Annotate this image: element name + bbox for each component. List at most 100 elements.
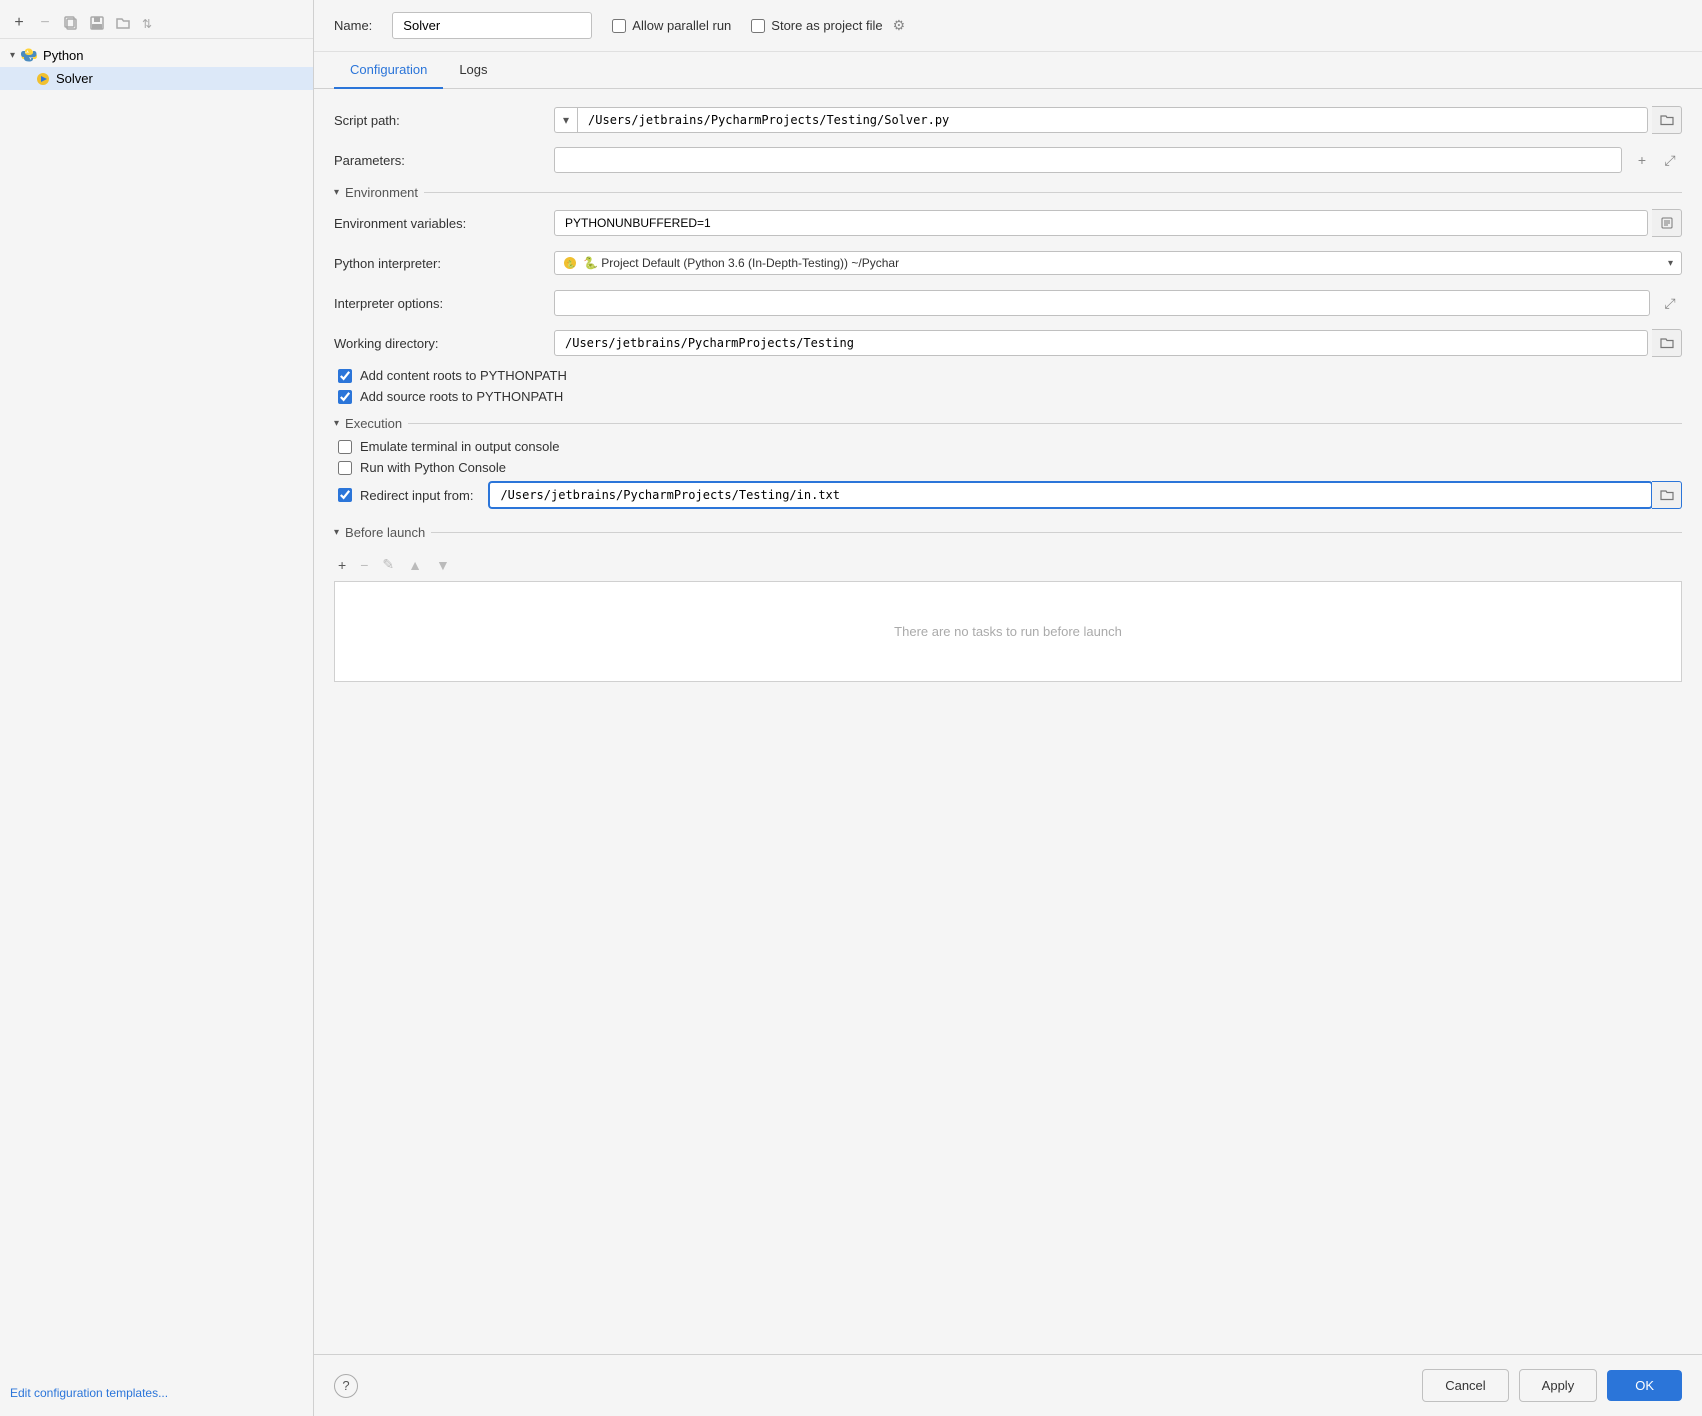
- top-bar: Name: Allow parallel run Store as projec…: [314, 0, 1702, 52]
- script-path-field: ▾: [554, 106, 1682, 134]
- env-variables-label: Environment variables:: [334, 216, 554, 231]
- allow-parallel-checkbox[interactable]: [612, 19, 626, 33]
- before-launch-edit-btn[interactable]: ✎: [378, 554, 398, 575]
- before-launch-toolbar: + − ✎ ▲ ▼: [334, 548, 1682, 582]
- add-source-roots-row: Add source roots to PYTHONPATH: [334, 389, 1682, 404]
- environment-collapse-icon[interactable]: ▾: [334, 187, 339, 198]
- before-launch-remove-btn[interactable]: −: [356, 554, 372, 575]
- before-launch-up-btn[interactable]: ▲: [404, 554, 426, 575]
- script-path-dropdown-btn[interactable]: ▾: [554, 107, 577, 133]
- emulate-terminal-row: Emulate terminal in output console: [334, 439, 1682, 454]
- interpreter-python-icon: 🐍: [563, 256, 577, 270]
- add-content-roots-row: Add content roots to PYTHONPATH: [334, 368, 1682, 383]
- env-variables-field: [554, 209, 1682, 237]
- solver-run-icon: [36, 72, 50, 86]
- before-launch-down-btn[interactable]: ▼: [432, 554, 454, 575]
- working-directory-row: Working directory:: [334, 328, 1682, 358]
- cancel-button[interactable]: Cancel: [1422, 1369, 1508, 1402]
- chevron-down-icon: ▾: [10, 50, 15, 61]
- folder-icon[interactable]: [114, 14, 132, 32]
- remove-icon[interactable]: −: [36, 14, 54, 32]
- env-variables-edit-icon[interactable]: [1652, 209, 1682, 237]
- before-launch-section: ▾ Before launch + − ✎ ▲ ▼ There are no t…: [334, 525, 1682, 682]
- parameters-row: Parameters: + ⤢: [334, 145, 1682, 175]
- before-launch-collapse-icon[interactable]: ▾: [334, 527, 339, 538]
- working-directory-label: Working directory:: [334, 336, 554, 351]
- interpreter-options-expand-btn[interactable]: ⤢: [1658, 291, 1682, 315]
- run-python-console-label: Run with Python Console: [360, 460, 506, 475]
- bottom-bar: ? Cancel Apply OK: [314, 1354, 1702, 1416]
- execution-collapse-icon[interactable]: ▾: [334, 418, 339, 429]
- redirect-input-field-wrapper: [489, 481, 1682, 509]
- parameters-input[interactable]: [554, 147, 1622, 173]
- tab-configuration[interactable]: Configuration: [334, 52, 443, 89]
- before-launch-add-btn[interactable]: +: [334, 554, 350, 575]
- before-launch-header: ▾ Before launch: [334, 525, 1682, 540]
- env-variables-row: Environment variables:: [334, 208, 1682, 238]
- working-directory-folder-icon[interactable]: [1652, 329, 1682, 357]
- python-logo-icon: [21, 47, 37, 63]
- parameters-expand-btn[interactable]: ⤢: [1658, 148, 1682, 172]
- apply-button[interactable]: Apply: [1519, 1369, 1598, 1402]
- gear-icon[interactable]: ⚙: [893, 17, 906, 34]
- save-icon[interactable]: [88, 14, 106, 32]
- tab-logs[interactable]: Logs: [443, 52, 503, 89]
- add-source-roots-checkbox[interactable]: [338, 390, 352, 404]
- python-interpreter-field: 🐍 🐍 Project Default (Python 3.6 (In-Dept…: [554, 251, 1682, 275]
- parameters-actions: + ⤢: [1630, 148, 1682, 172]
- sidebar-tree: ▾ Python Solver: [0, 39, 313, 1378]
- copy-icon[interactable]: [62, 14, 80, 32]
- redirect-input-field[interactable]: [489, 482, 1652, 508]
- python-interpreter-row: Python interpreter: 🐍 🐍 Project Default …: [334, 248, 1682, 278]
- environment-section-title: Environment: [345, 185, 418, 200]
- sidebar-toolbar: + − ⇅: [0, 8, 313, 39]
- interpreter-text: 🐍 Project Default (Python 3.6 (In-Depth-…: [583, 256, 1662, 270]
- parameters-field: + ⤢: [554, 147, 1682, 173]
- interpreter-dropdown[interactable]: 🐍 🐍 Project Default (Python 3.6 (In-Dept…: [554, 251, 1682, 275]
- sidebar-item-solver[interactable]: Solver: [0, 67, 313, 90]
- sidebar-python-label: Python: [43, 48, 83, 63]
- name-label: Name:: [334, 18, 372, 33]
- edit-configuration-templates-link[interactable]: Edit configuration templates...: [0, 1378, 313, 1408]
- sidebar-item-python[interactable]: ▾ Python: [0, 43, 313, 67]
- add-content-roots-checkbox[interactable]: [338, 369, 352, 383]
- env-variables-input[interactable]: [554, 210, 1648, 236]
- sidebar: + − ⇅: [0, 0, 314, 1416]
- add-content-roots-label: Add content roots to PYTHONPATH: [360, 368, 567, 383]
- store-project-checkbox[interactable]: [751, 19, 765, 33]
- working-directory-input[interactable]: [554, 330, 1648, 356]
- interpreter-options-label: Interpreter options:: [334, 296, 554, 311]
- redirect-input-checkbox[interactable]: [338, 488, 352, 502]
- redirect-input-folder-icon[interactable]: [1652, 481, 1682, 509]
- interpreter-chevron-icon: ▾: [1668, 258, 1673, 269]
- run-python-console-row: Run with Python Console: [334, 460, 1682, 475]
- execution-section-header: ▾ Execution: [334, 416, 1682, 431]
- svg-text:⇅: ⇅: [142, 17, 152, 31]
- interpreter-options-actions: ⤢: [1658, 291, 1682, 315]
- redirect-input-row: Redirect input from:: [334, 481, 1682, 509]
- tabs-bar: Configuration Logs: [314, 52, 1702, 89]
- add-icon[interactable]: +: [10, 14, 28, 32]
- ok-button[interactable]: OK: [1607, 1370, 1682, 1401]
- name-input[interactable]: [392, 12, 592, 39]
- emulate-terminal-checkbox[interactable]: [338, 440, 352, 454]
- parameters-add-btn[interactable]: +: [1630, 148, 1654, 172]
- redirect-input-label: Redirect input from:: [360, 488, 473, 503]
- python-interpreter-label: Python interpreter:: [334, 256, 554, 271]
- add-source-roots-label: Add source roots to PYTHONPATH: [360, 389, 563, 404]
- script-path-dropdown-wrapper: ▾: [554, 107, 1648, 133]
- interpreter-options-input[interactable]: [554, 290, 1650, 316]
- svg-text:🐍: 🐍: [567, 260, 576, 269]
- emulate-terminal-label: Emulate terminal in output console: [360, 439, 559, 454]
- execution-section-title: Execution: [345, 416, 402, 431]
- script-path-label: Script path:: [334, 113, 554, 128]
- run-python-console-checkbox[interactable]: [338, 461, 352, 475]
- script-path-row: Script path: ▾: [334, 105, 1682, 135]
- environment-section-header: ▾ Environment: [334, 185, 1682, 200]
- sort-icon[interactable]: ⇅: [140, 14, 158, 32]
- allow-parallel-label: Allow parallel run: [632, 18, 731, 33]
- help-button[interactable]: ?: [334, 1374, 358, 1398]
- script-path-folder-icon[interactable]: [1652, 106, 1682, 134]
- script-path-input[interactable]: [577, 107, 1648, 133]
- store-project-group: Store as project file ⚙: [751, 17, 905, 34]
